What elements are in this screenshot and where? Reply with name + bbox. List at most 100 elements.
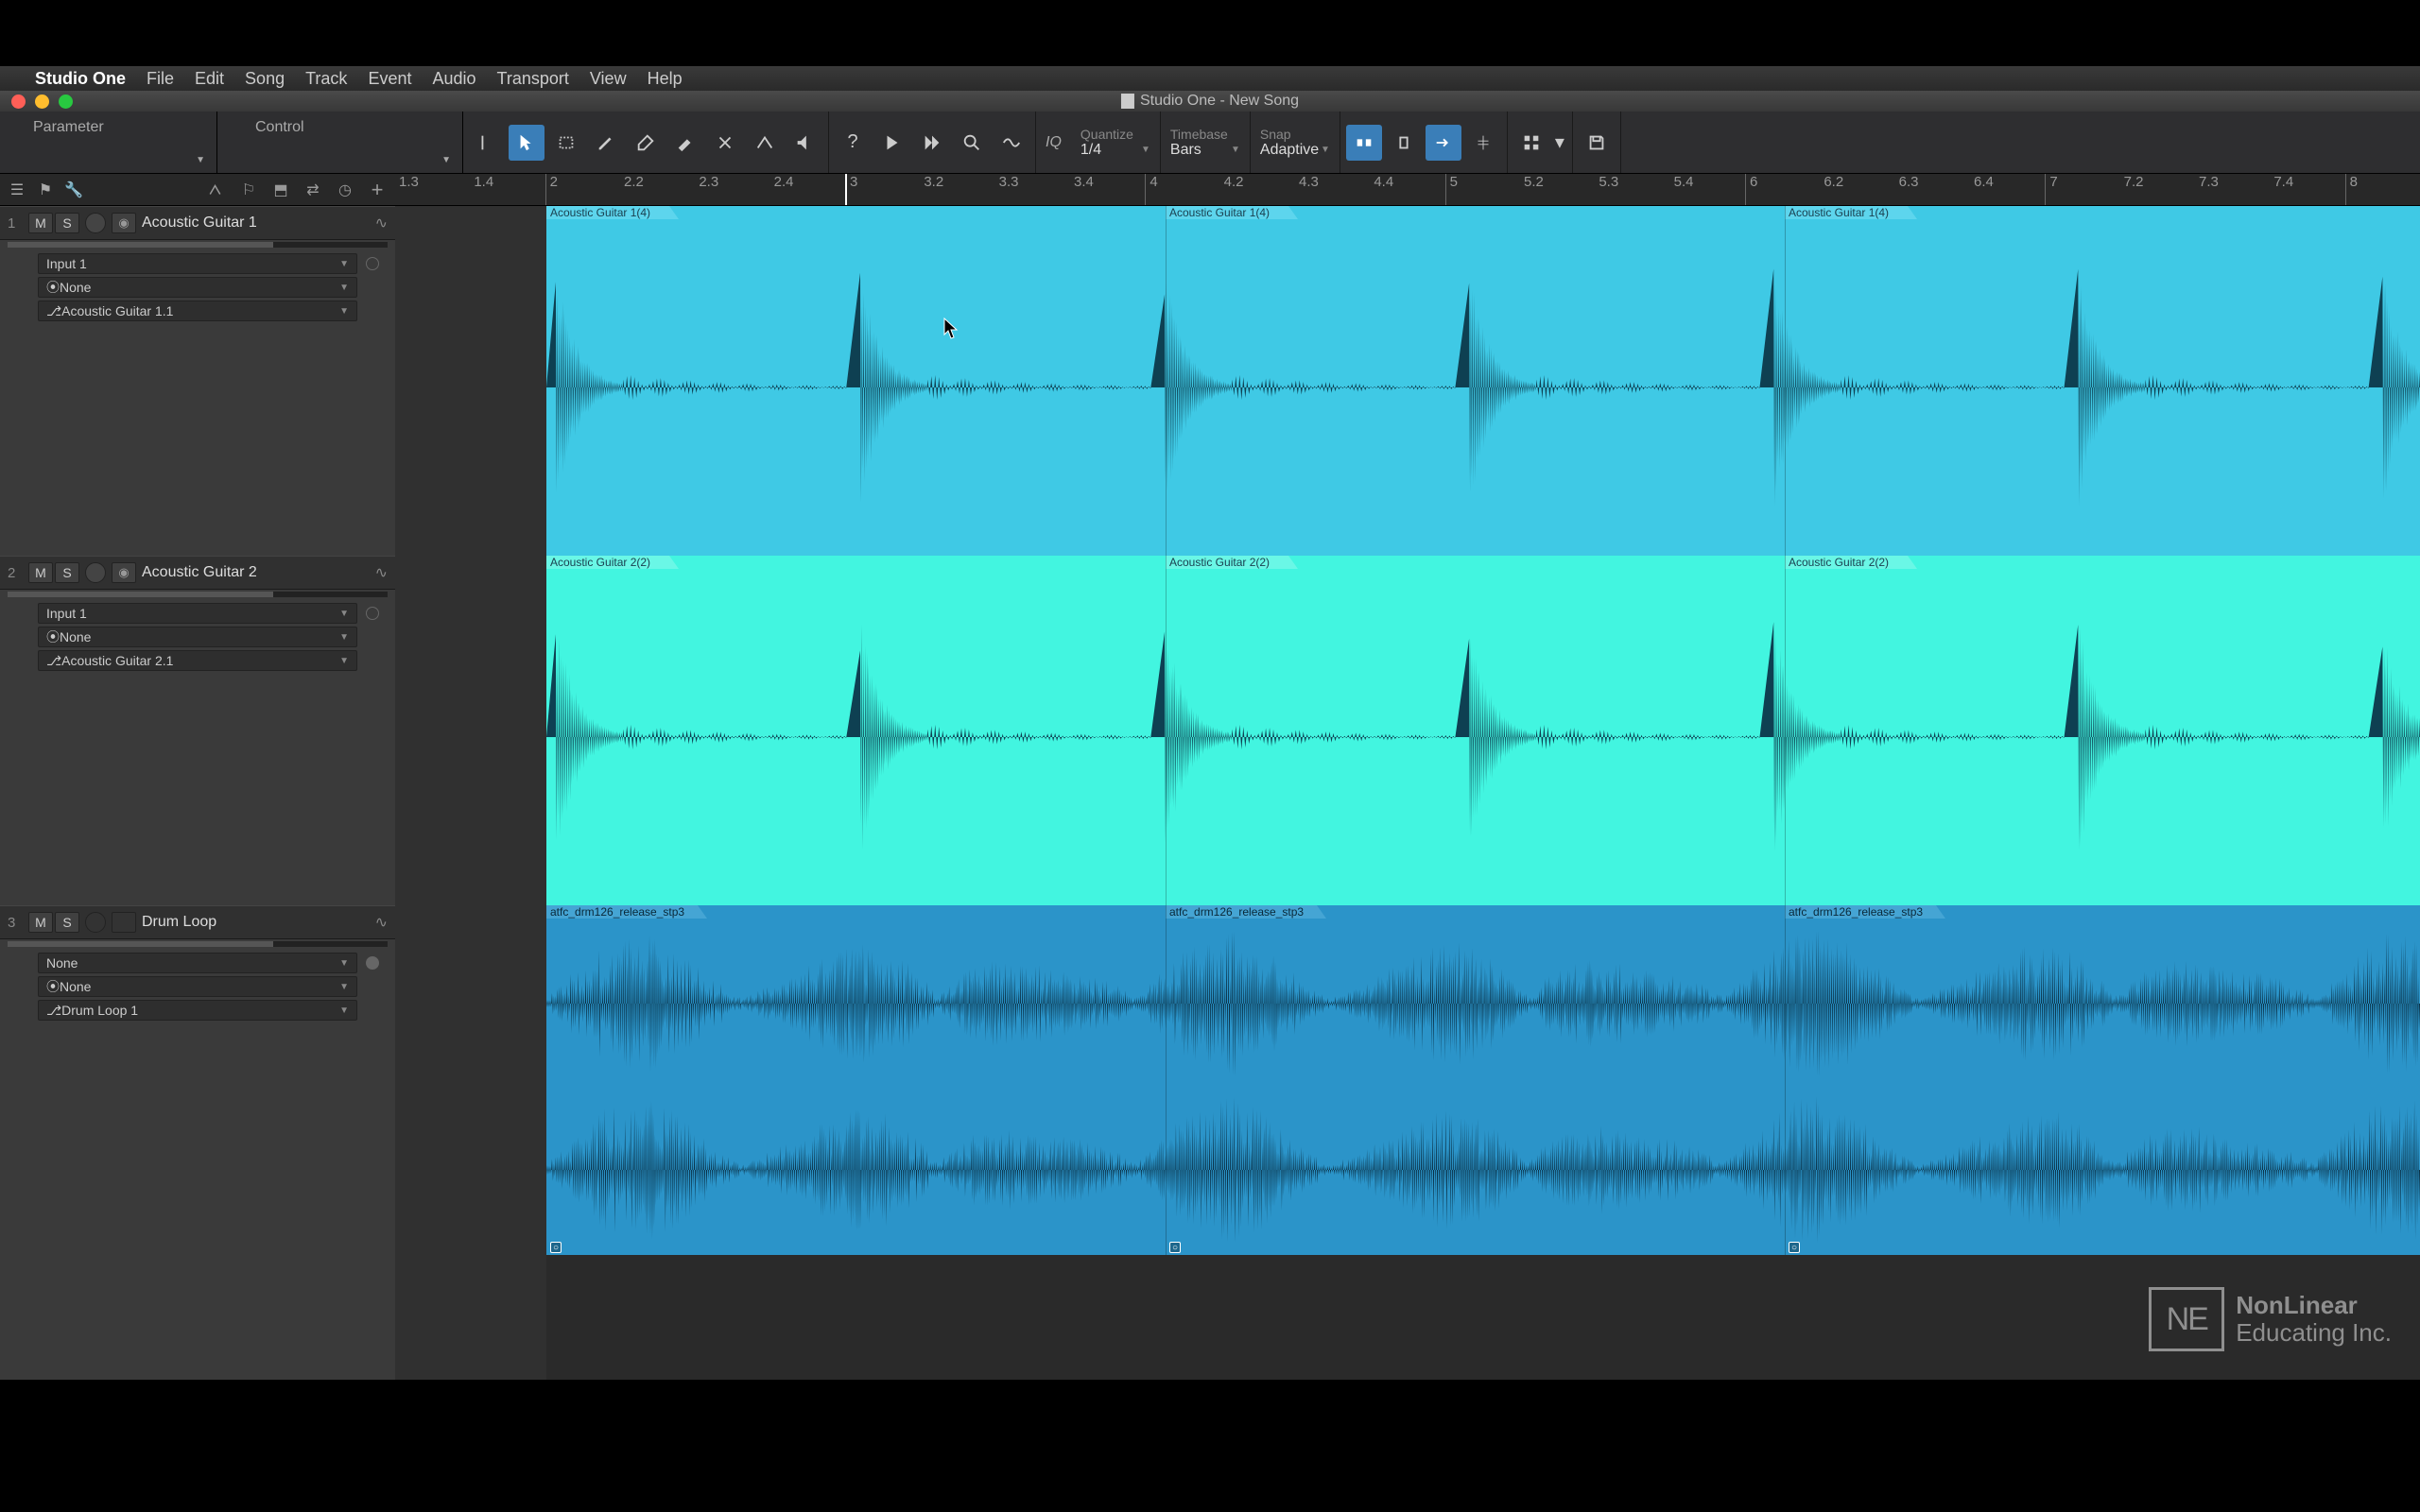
window-title-text: Studio One - New Song bbox=[1140, 93, 1299, 110]
snap-mode-3[interactable] bbox=[1426, 125, 1461, 161]
minimize-button[interactable] bbox=[35, 94, 49, 109]
range-tool[interactable] bbox=[548, 125, 584, 161]
help-tool[interactable]: ? bbox=[835, 125, 871, 161]
track-name[interactable]: Acoustic Guitar 1 bbox=[142, 215, 370, 232]
audio-clip-drums[interactable]: atfc_drm126_release_stp3 atfc_drm126_rel… bbox=[546, 905, 2420, 1255]
snap-mode-2[interactable] bbox=[1386, 125, 1422, 161]
arrange-view[interactable]: Acoustic Guitar 1(4) Acoustic Guitar 1(4… bbox=[395, 206, 2420, 1512]
menu-track[interactable]: Track bbox=[305, 69, 347, 89]
watermark-text: NonLinearEducating Inc. bbox=[2236, 1292, 2392, 1346]
watermark-logo: NE bbox=[2149, 1287, 2224, 1351]
group-icon[interactable]: ⬒ bbox=[270, 180, 291, 200]
loop-handle[interactable]: ○ bbox=[550, 1242, 562, 1253]
loop-play-tool[interactable] bbox=[914, 125, 950, 161]
timebase-value: Bars bbox=[1170, 142, 1201, 159]
track-volume-slider[interactable] bbox=[8, 941, 388, 947]
monitor-button[interactable] bbox=[112, 912, 136, 933]
track-volume-slider[interactable] bbox=[8, 592, 388, 597]
track-volume-slider[interactable] bbox=[8, 242, 388, 248]
menu-event[interactable]: Event bbox=[368, 69, 411, 89]
quantize-group[interactable]: Quantize 1/4▼ bbox=[1071, 112, 1161, 173]
track-channel-select[interactable]: ⎇ Drum Loop 1▼ bbox=[38, 1000, 357, 1021]
solo-button[interactable]: S bbox=[55, 562, 79, 583]
add-track-button[interactable]: + bbox=[367, 180, 388, 200]
solo-button[interactable]: S bbox=[55, 912, 79, 933]
track-output-select[interactable]: ⦿ None▼ bbox=[38, 627, 357, 647]
monitor-button[interactable]: ◉ bbox=[112, 213, 136, 233]
loop-handle[interactable]: ○ bbox=[1169, 1242, 1181, 1253]
iq-button[interactable]: IQ bbox=[1036, 134, 1071, 151]
mute-button[interactable]: M bbox=[28, 912, 53, 933]
menu-transport[interactable]: Transport bbox=[497, 69, 569, 89]
track-number: 2 bbox=[8, 565, 23, 581]
save-button[interactable] bbox=[1579, 125, 1615, 161]
automation-mode-icon[interactable] bbox=[206, 180, 227, 200]
track-lane-2[interactable]: Acoustic Guitar 2(2) Acoustic Guitar 2(2… bbox=[395, 556, 2420, 905]
track-channel-select[interactable]: ⎇ Acoustic Guitar 1.1▼ bbox=[38, 301, 357, 321]
marker-tool[interactable] bbox=[469, 125, 505, 161]
grid-view-button[interactable] bbox=[1513, 125, 1549, 161]
arrow-tool[interactable] bbox=[509, 125, 544, 161]
app-name[interactable]: Studio One bbox=[35, 69, 126, 89]
snap-group[interactable]: Snap Adaptive▼ bbox=[1251, 112, 1340, 173]
clip-label: Acoustic Guitar 2(2) bbox=[1169, 556, 1270, 569]
track-name[interactable]: Acoustic Guitar 2 bbox=[142, 564, 370, 581]
record-arm-button[interactable] bbox=[85, 562, 106, 583]
loop-handle[interactable]: ○ bbox=[1789, 1242, 1800, 1253]
menu-help[interactable]: Help bbox=[648, 69, 683, 89]
audio-clip-guitar2[interactable]: Acoustic Guitar 2(2) Acoustic Guitar 2(2… bbox=[546, 556, 2420, 905]
track-name[interactable]: Drum Loop bbox=[142, 914, 370, 931]
eraser-tool[interactable] bbox=[628, 125, 664, 161]
draw-tool[interactable] bbox=[588, 125, 624, 161]
grid-dropdown[interactable]: ▾ bbox=[1553, 125, 1566, 161]
menu-file[interactable]: File bbox=[147, 69, 174, 89]
automation-tool[interactable] bbox=[994, 125, 1029, 161]
menu-view[interactable]: View bbox=[590, 69, 627, 89]
play-selection-tool[interactable] bbox=[874, 125, 910, 161]
snap-label: Snap bbox=[1260, 127, 1330, 142]
record-arm-button[interactable] bbox=[85, 213, 106, 233]
track-output-select[interactable]: ⦿ None▼ bbox=[38, 976, 357, 997]
track-1: 1 M S ◉ Acoustic Guitar 1 ∿ Input 1▼ ⦿ N… bbox=[0, 206, 395, 556]
track-input-select[interactable]: None▼ bbox=[38, 953, 357, 973]
track-header-2[interactable]: 2 M S ◉ Acoustic Guitar 2 ∿ bbox=[0, 556, 395, 590]
monitor-button[interactable]: ◉ bbox=[112, 562, 136, 583]
track-header-3[interactable]: 3 M S Drum Loop ∿ bbox=[0, 905, 395, 939]
list-icon[interactable]: ☰ bbox=[8, 180, 26, 199]
solo-button[interactable]: S bbox=[55, 213, 79, 233]
paint-tool[interactable] bbox=[667, 125, 703, 161]
track-input-select[interactable]: Input 1▼ bbox=[38, 603, 357, 624]
track-output-select[interactable]: ⦿ None▼ bbox=[38, 277, 357, 298]
track-header-1[interactable]: 1 M S ◉ Acoustic Guitar 1 ∿ bbox=[0, 206, 395, 240]
mute-button[interactable]: M bbox=[28, 213, 53, 233]
control-section[interactable]: Control ▼ bbox=[217, 112, 463, 173]
menu-edit[interactable]: Edit bbox=[195, 69, 224, 89]
snap-mode-4[interactable] bbox=[1465, 125, 1501, 161]
listen-tool[interactable] bbox=[786, 125, 822, 161]
timebase-group[interactable]: Timebase Bars▼ bbox=[1161, 112, 1251, 173]
bend-tool[interactable] bbox=[747, 125, 783, 161]
clip-label: Acoustic Guitar 1(4) bbox=[550, 206, 650, 219]
zoom-tool[interactable] bbox=[954, 125, 990, 161]
track-input-select[interactable]: Input 1▼ bbox=[38, 253, 357, 274]
macos-menubar: Studio One File Edit Song Track Event Au… bbox=[0, 66, 2420, 91]
mute-tool[interactable] bbox=[707, 125, 743, 161]
close-button[interactable] bbox=[11, 94, 26, 109]
wrench-icon[interactable]: 🔧 bbox=[64, 180, 83, 199]
menu-audio[interactable]: Audio bbox=[432, 69, 475, 89]
mute-button[interactable]: M bbox=[28, 562, 53, 583]
audio-clip-guitar1[interactable]: Acoustic Guitar 1(4) Acoustic Guitar 1(4… bbox=[546, 206, 2420, 556]
snap-mode-1[interactable] bbox=[1346, 125, 1382, 161]
timeline-ruler[interactable]: 1.31.422.22.32.433.23.33.444.24.34.455.2… bbox=[395, 174, 2420, 206]
menu-song[interactable]: Song bbox=[245, 69, 285, 89]
flag-icon-2[interactable]: ⚐ bbox=[238, 180, 259, 200]
record-arm-button[interactable] bbox=[85, 912, 106, 933]
link-icon[interactable]: ⇄ bbox=[302, 180, 323, 200]
track-lane-1[interactable]: Acoustic Guitar 1(4) Acoustic Guitar 1(4… bbox=[395, 206, 2420, 556]
maximize-button[interactable] bbox=[59, 94, 73, 109]
track-lane-3[interactable]: atfc_drm126_release_stp3 atfc_drm126_rel… bbox=[395, 905, 2420, 1255]
clock-icon[interactable]: ◷ bbox=[335, 180, 355, 200]
track-channel-select[interactable]: ⎇ Acoustic Guitar 2.1▼ bbox=[38, 650, 357, 671]
flag-icon[interactable]: ⚑ bbox=[36, 180, 55, 199]
parameter-section[interactable]: Parameter ▼ bbox=[0, 112, 217, 173]
